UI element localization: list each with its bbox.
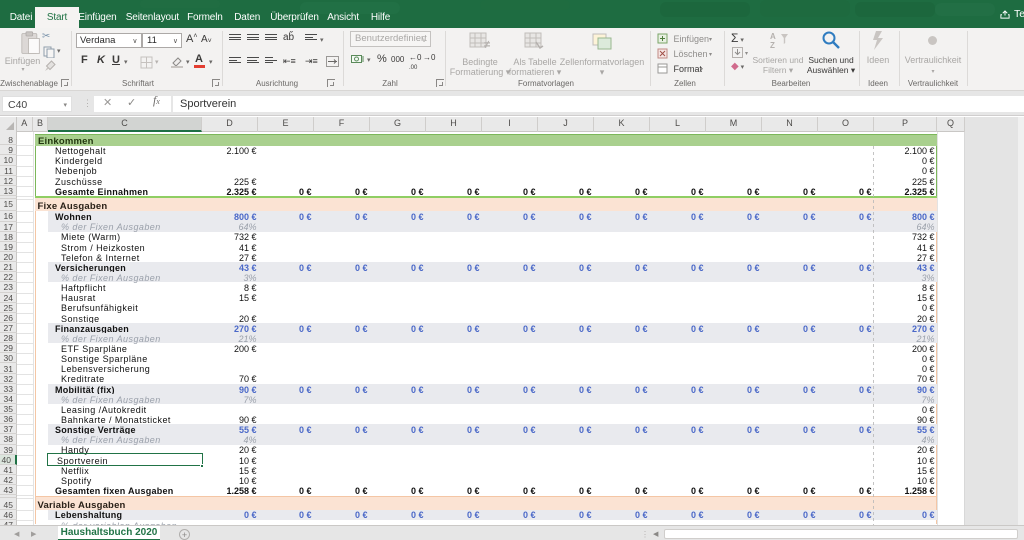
- svg-text:A: A: [770, 32, 776, 41]
- svg-text:Z: Z: [770, 41, 775, 49]
- svg-text:≠: ≠: [484, 39, 490, 51]
